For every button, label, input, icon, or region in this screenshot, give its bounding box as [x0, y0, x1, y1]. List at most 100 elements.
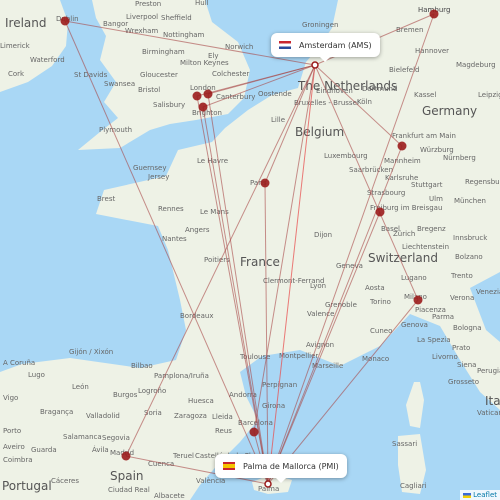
city-label-valence: Valence: [307, 310, 334, 318]
city-label-cuneo: Cuneo: [370, 327, 392, 335]
city-label-coimbra: Coimbra: [3, 456, 33, 464]
country-label-spain: Spain: [110, 469, 144, 483]
city-label-liechtenstein: Liechtenstein: [402, 243, 449, 251]
ukraine-flag-icon: [463, 492, 472, 498]
map-canvas[interactable]: IrelandThe NetherlandsBelgiumGermanyFran…: [0, 0, 500, 500]
city-label-lugo: Lugo: [28, 371, 45, 379]
city-label-sheffield: Sheffield: [161, 14, 192, 22]
spain-flag-icon: [223, 462, 235, 470]
leaflet-attribution[interactable]: Leaflet: [460, 490, 500, 500]
city-label-braganca: Bragança: [40, 408, 73, 416]
city-label-avignon: Avignon: [306, 341, 334, 349]
city-label-venezia: Venezia: [476, 288, 500, 296]
country-label-portugal: Portugal: [2, 479, 52, 493]
city-label-salamanca: Salamanca: [63, 433, 102, 441]
city-label-bremen: Bremen: [396, 26, 423, 34]
city-label-st-davids: St Davids: [74, 71, 108, 79]
city-label-innsbruck: Innsbruck: [453, 234, 488, 242]
netherlands-flag-icon: [279, 41, 291, 49]
city-label-koln: Köln: [357, 98, 372, 106]
city-label-munchen: München: [454, 197, 486, 205]
airport-marker-frankfurt-am-main[interactable]: [397, 141, 407, 151]
city-label-teruel: Teruel: [172, 452, 194, 460]
city-label-sassari: Sassari: [392, 440, 417, 448]
airport-marker-hamburg[interactable]: [429, 9, 439, 19]
city-label-london: London: [190, 84, 216, 92]
city-label-reus: Reus: [215, 427, 232, 435]
country-label-ireland: Ireland: [5, 16, 47, 30]
city-label-luxembourg: Luxembourg: [324, 152, 368, 160]
airport-marker-london[interactable]: [192, 91, 202, 101]
palma-label: Palma de Mallorca (PMI): [243, 461, 339, 471]
city-label-huesca: Huesca: [188, 397, 214, 405]
city-label-verona: Verona: [450, 294, 474, 302]
city-label-wurzburg: Würzburg: [420, 146, 454, 154]
city-label-kassel: Kassel: [414, 91, 436, 99]
city-label-oostende: Oostende: [258, 90, 292, 98]
city-label-limerick: Limerick: [0, 42, 31, 50]
city-label-avila: Ávila: [92, 445, 109, 454]
city-label-caceres: Cáceres: [51, 477, 79, 485]
city-label-ciudad-real: Ciudad Real: [108, 486, 150, 494]
airport-marker-brighton[interactable]: [198, 102, 208, 112]
city-label-valladolid: Valladolid: [86, 412, 120, 420]
city-label-aosta: Aosta: [365, 284, 385, 292]
airport-marker-milano[interactable]: [413, 295, 423, 305]
city-label-valencia: València: [196, 477, 225, 485]
city-label-nurnberg: Nürnberg: [443, 154, 476, 162]
city-label-segovia: Segovia: [102, 434, 130, 442]
city-label-waterford: Waterford: [30, 56, 65, 64]
city-label-jersey: Jersey: [147, 173, 169, 181]
city-label-le-mans: Le Mans: [200, 208, 229, 216]
city-label-bolzano: Bolzano: [455, 253, 483, 261]
city-label-rennes: Rennes: [158, 205, 184, 213]
city-label-magdeburg: Magdeburg: [456, 61, 496, 69]
city-label-cagliari: Cagliari: [400, 482, 427, 490]
route-line-palma-de-mallorca-brighton[interactable]: [202, 106, 269, 485]
amsterdam-popup[interactable]: Amsterdam (AMS): [271, 33, 380, 62]
city-label-saarbrucken: Saarbrücken: [349, 166, 393, 174]
city-label-cork: Cork: [8, 70, 25, 78]
city-label-angers: Angers: [185, 226, 210, 234]
hub-marker-amsterdam[interactable]: [311, 61, 319, 69]
country-label-ital: Ital: [485, 394, 500, 408]
airport-marker-barcelona[interactable]: [249, 427, 259, 437]
city-label-milton-keynes: Milton Keynes: [180, 59, 229, 67]
city-label-plymouth: Plymouth: [99, 126, 132, 134]
airport-marker-basel[interactable]: [375, 207, 385, 217]
route-map[interactable]: Ireland The Netherlands Belgium Germany Fran…: [0, 0, 500, 500]
country-label-belgium: Belgium: [295, 125, 344, 139]
attribution-link[interactable]: Leaflet: [473, 491, 497, 499]
airport-marker-madrid[interactable]: [121, 451, 131, 461]
city-label-bregenz: Bregenz: [417, 225, 446, 233]
city-label-salisbury: Salisbury: [153, 101, 185, 109]
city-label-trento: Trento: [450, 272, 473, 280]
country-label-germany: Germany: [422, 104, 477, 118]
city-label-brest: Brest: [97, 195, 115, 203]
palma-popup[interactable]: Palma de Mallorca (PMI): [215, 454, 347, 483]
city-label-stuttgart: Stuttgart: [411, 181, 443, 189]
city-label-genova: Genova: [401, 321, 428, 329]
city-label-nottingham: Nottingham: [163, 31, 205, 39]
city-label-groningen: Groningen: [302, 21, 338, 29]
city-label-vigo: Vigo: [3, 394, 18, 402]
country-label-switzerland: Switzerland: [368, 251, 438, 265]
city-label-torino: Torino: [369, 298, 391, 306]
city-label-colchester: Colchester: [212, 70, 249, 78]
city-label-bruxelles-brussel: Bruxelles - Brussel: [294, 99, 359, 107]
city-label-hull: Hull: [195, 0, 209, 7]
airport-marker-paris[interactable]: [260, 178, 270, 188]
city-label-lille: Lille: [271, 116, 285, 124]
airport-marker-london-2[interactable]: [203, 89, 213, 99]
country-label-france: France: [240, 255, 280, 269]
hub-marker-palma-de-mallorca[interactable]: [264, 480, 272, 488]
city-label-bilbao: Bilbao: [131, 362, 153, 370]
city-label-gloucester: Gloucester: [140, 71, 178, 79]
city-label-dortmund: Dortmund: [362, 85, 397, 93]
airport-marker-dublin[interactable]: [60, 16, 70, 26]
route-line-palma-de-mallorca-london[interactable]: [196, 95, 269, 485]
city-label-lyon: Lyon: [310, 282, 326, 290]
city-label-porto: Porto: [3, 427, 21, 435]
city-label-monaco: Monaco: [362, 355, 389, 363]
city-label-logrono: Logroño: [138, 387, 166, 395]
